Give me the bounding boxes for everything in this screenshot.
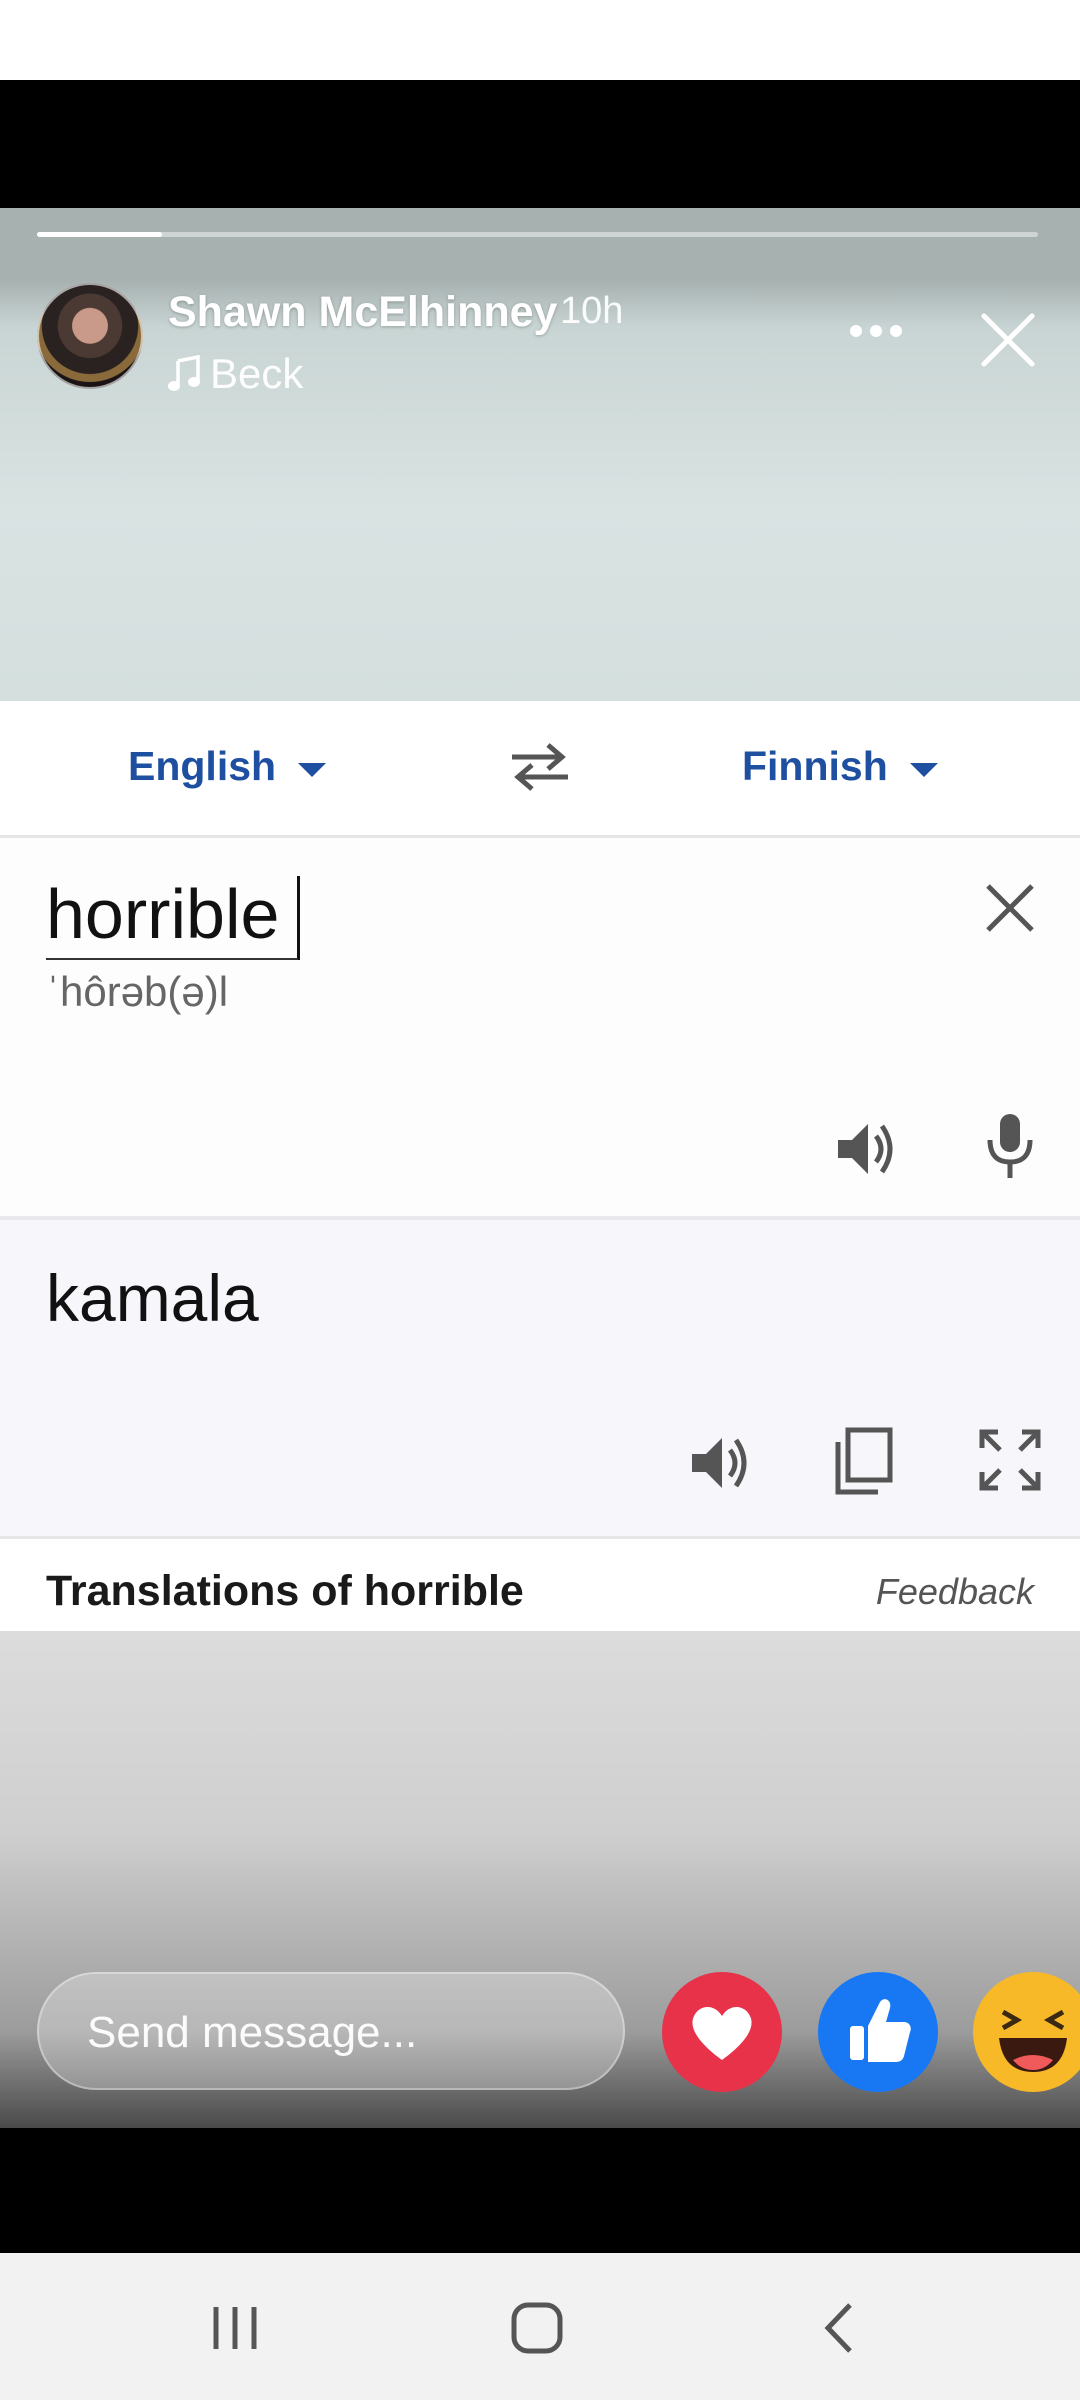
source-text: horrible (46, 875, 280, 953)
swap-languages-icon[interactable] (508, 739, 572, 795)
target-language-label: Finnish (742, 743, 888, 789)
speaker-icon[interactable] (686, 1430, 752, 1496)
chevron-down-icon (298, 762, 327, 777)
story-progress-fill (37, 232, 163, 237)
back-icon[interactable] (806, 2293, 876, 2363)
source-language-label: English (128, 743, 277, 789)
source-underline (46, 958, 298, 960)
heart-icon (692, 2006, 752, 2060)
thumbs-up-icon (850, 1999, 911, 2062)
translations-title: Translations of horrible (46, 1567, 524, 1615)
story-background-top (0, 208, 1080, 701)
music-title: Beck (210, 350, 304, 397)
translation-output-area: kamala (0, 1220, 1080, 1539)
like-reaction-button[interactable] (818, 1972, 938, 2092)
love-reaction-button[interactable] (662, 1972, 782, 2092)
source-input-area[interactable]: horrible ˈhôrəb(ə)l (0, 838, 1080, 1220)
chevron-down-icon (909, 762, 938, 777)
close-icon[interactable] (982, 880, 1038, 936)
microphone-icon[interactable] (982, 1110, 1038, 1182)
story-time: 10h (560, 290, 624, 332)
copy-icon[interactable] (832, 1426, 894, 1496)
close-icon[interactable] (978, 310, 1038, 370)
story-progress-bar (37, 232, 1038, 237)
music-note-icon (168, 355, 200, 391)
send-message-placeholder: Send message... (87, 2008, 418, 2057)
music-label[interactable]: Beck (168, 350, 303, 398)
feedback-link[interactable]: Feedback (876, 1571, 1034, 1613)
more-horizontal-icon[interactable] (848, 321, 904, 341)
translated-text: kamala (46, 1261, 259, 1335)
source-language-select[interactable]: English (128, 743, 327, 790)
recent-apps-icon[interactable] (200, 2293, 270, 2363)
language-bar: English Finnish (0, 701, 1080, 838)
phonetic-spelling: ˈhôrəb(ə)l (46, 968, 229, 1015)
story-viewer[interactable]: Shawn McElhinney 10h Beck English Finnis… (0, 208, 1080, 2128)
fullscreen-icon[interactable] (978, 1428, 1042, 1492)
top-letterbox (0, 80, 1080, 208)
author-name[interactable]: Shawn McElhinney (168, 288, 557, 337)
bottom-letterbox (0, 2128, 1080, 2253)
author-avatar[interactable] (37, 283, 143, 389)
home-icon[interactable] (502, 2293, 572, 2363)
target-language-select[interactable]: Finnish (742, 743, 938, 790)
translate-screenshot: English Finnish horrible ˈhôrəb(ə)l kama… (0, 701, 1080, 1631)
send-message-input[interactable]: Send message... (37, 1972, 625, 2090)
speaker-icon[interactable] (832, 1116, 898, 1182)
system-navigation-bar (0, 2253, 1080, 2400)
status-bar (0, 0, 1080, 80)
translations-header: Translations of horrible Feedback (0, 1539, 1080, 1631)
text-cursor (297, 876, 300, 960)
